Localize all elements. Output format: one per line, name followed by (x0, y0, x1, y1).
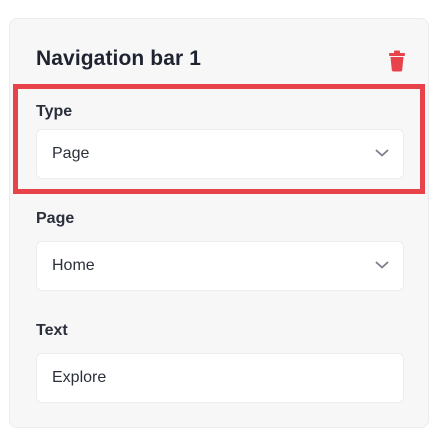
page-value: Home (52, 257, 95, 274)
card-title: Navigation bar 1 (36, 47, 201, 70)
text-label: Text (36, 322, 68, 339)
chevron-down-icon (375, 149, 389, 157)
page-label: Page (36, 210, 75, 227)
page-select[interactable]: Home (36, 241, 404, 291)
navigation-bar-card: Navigation bar 1 Type Page Page Home Tex… (9, 18, 429, 428)
text-input[interactable]: Explore (36, 353, 404, 403)
trash-icon (389, 50, 405, 72)
type-value: Page (52, 145, 90, 162)
chevron-down-icon (375, 261, 389, 269)
type-label: Type (36, 103, 73, 120)
delete-button[interactable] (387, 50, 407, 72)
type-select[interactable]: Page (36, 129, 404, 179)
text-value: Explore (52, 369, 107, 386)
